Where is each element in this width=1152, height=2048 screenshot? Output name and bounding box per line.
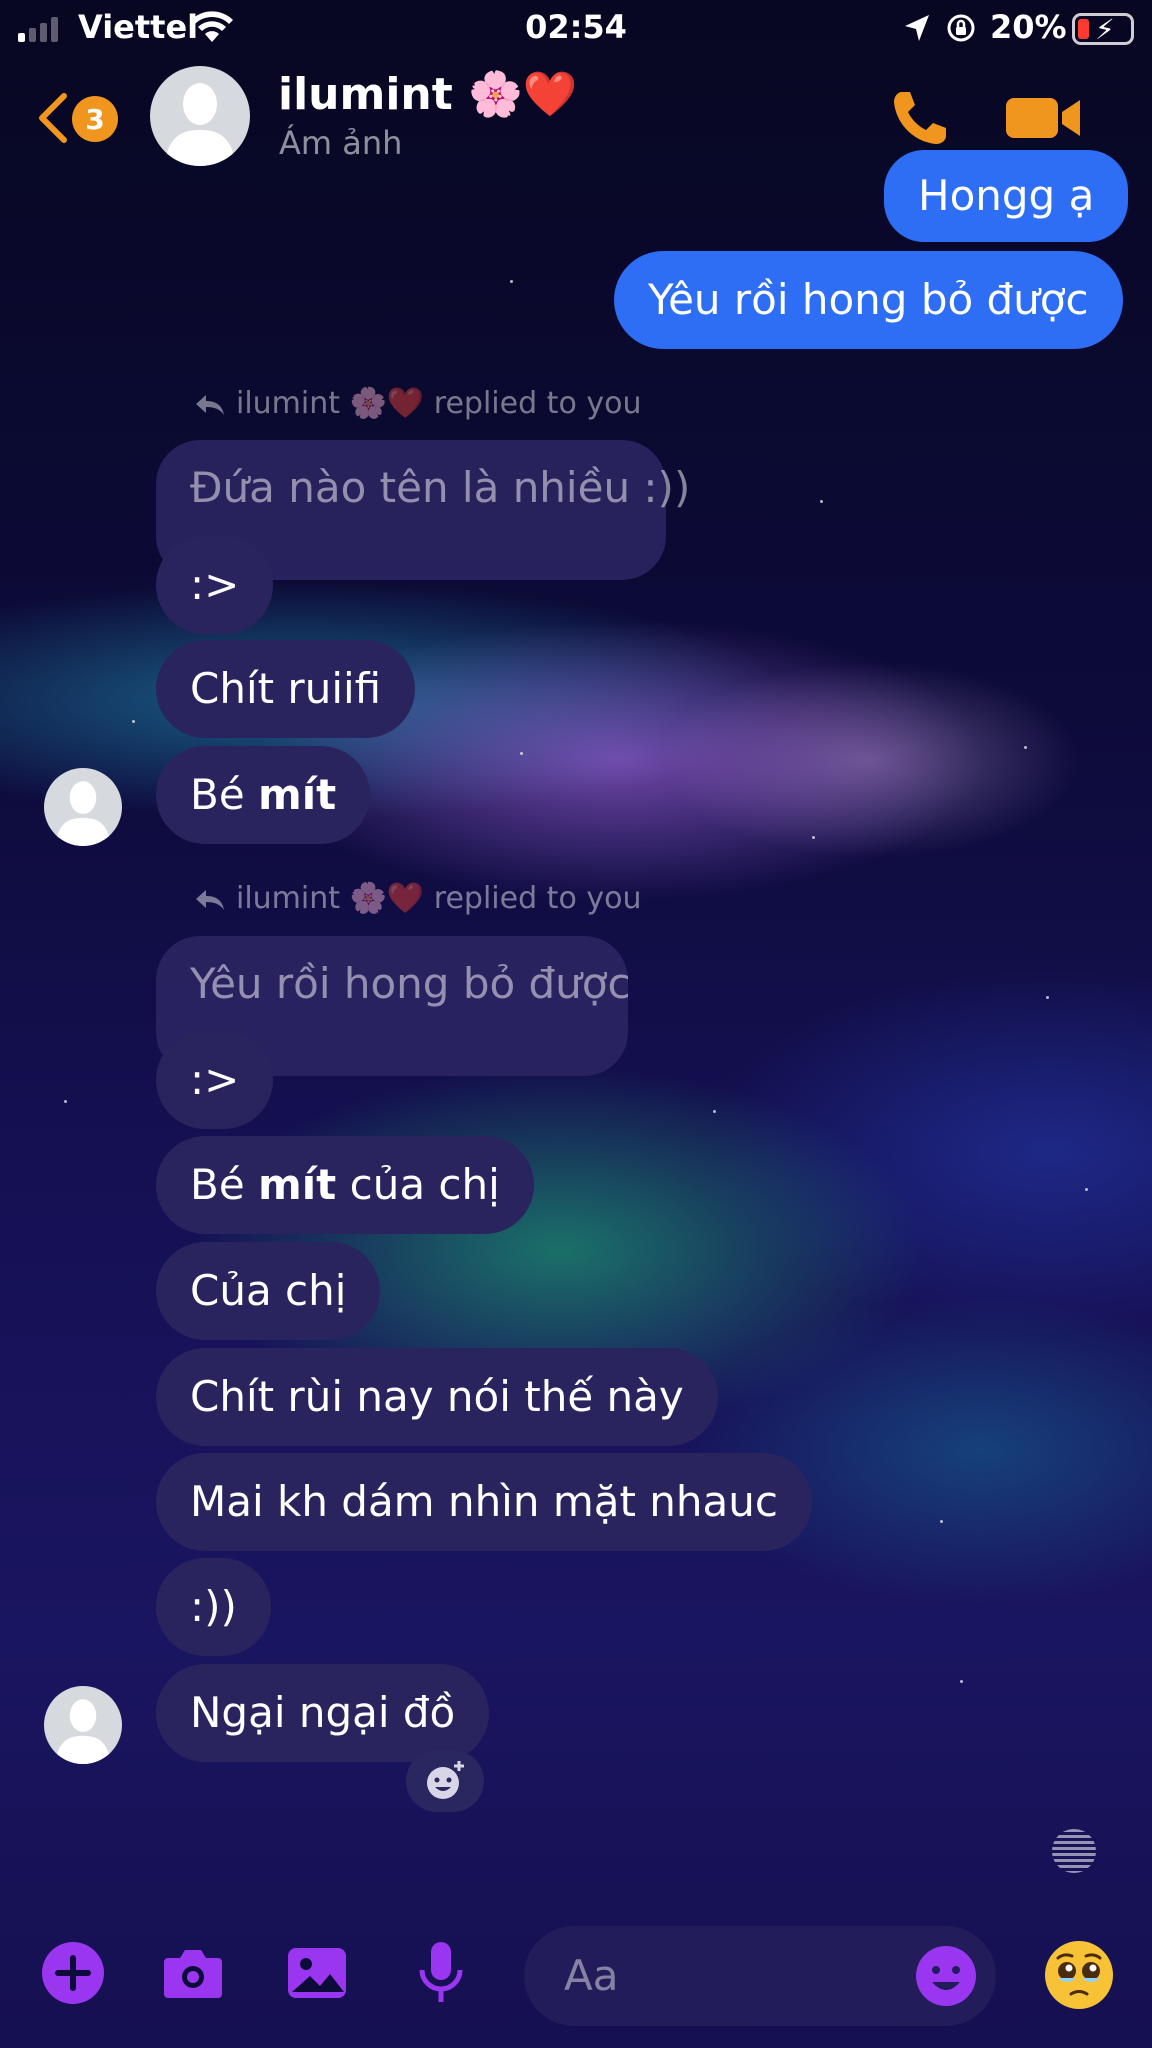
message-text: Bé — [190, 1160, 259, 1209]
incoming-message[interactable]: Bé mít của chị — [156, 1136, 534, 1234]
sender-avatar[interactable] — [44, 1686, 122, 1764]
outgoing-message[interactable]: Yêu rồi hong bỏ được — [614, 251, 1123, 349]
microphone-icon[interactable] — [408, 1940, 474, 2006]
message-input-placeholder: Aa — [564, 1951, 619, 2000]
status-bar: Viettel 02:54 20% ⚡ — [0, 0, 1152, 58]
incoming-message[interactable]: Ngại ngại đồ — [156, 1664, 490, 1762]
message-bold-text: mít — [258, 1160, 337, 1209]
contact-subtitle: Ám ảnh — [279, 124, 403, 162]
incoming-message[interactable]: Chít rùi nay nói thế này — [156, 1348, 718, 1446]
plus-icon[interactable] — [40, 1940, 106, 2006]
avatar-placeholder-icon — [164, 83, 236, 166]
reply-label: ilumint 🌸❤️ replied to you — [194, 881, 641, 916]
camera-icon[interactable] — [160, 1940, 226, 2006]
contact-avatar[interactable] — [150, 66, 250, 166]
incoming-message[interactable]: :> — [156, 536, 274, 634]
unread-badge: 3 — [72, 96, 118, 142]
incoming-message[interactable]: Của chị — [156, 1242, 381, 1340]
reply-label: ilumint 🌸❤️ replied to you — [194, 386, 641, 421]
reply-icon — [196, 890, 224, 910]
clock: 02:54 — [525, 8, 627, 46]
video-icon[interactable] — [1004, 92, 1082, 144]
location-icon — [905, 15, 929, 41]
add-reaction-icon — [427, 1761, 464, 1799]
message-composer: Aa — [0, 1910, 1152, 2048]
add-reaction-button[interactable] — [406, 1750, 484, 1812]
reply-icon — [196, 395, 224, 415]
back-button[interactable]: 3 — [34, 88, 124, 148]
scroll-to-bottom-indicator[interactable] — [1052, 1829, 1096, 1873]
avatar-placeholder-icon — [54, 1699, 112, 1764]
message-text: của chị — [336, 1160, 500, 1209]
image-icon[interactable] — [284, 1940, 350, 2006]
outgoing-message[interactable]: Hongg ạ — [884, 150, 1129, 242]
contact-name[interactable]: ilumint 🌸❤️ — [278, 68, 578, 120]
incoming-message[interactable]: Bé mít — [156, 746, 371, 844]
phone-icon[interactable] — [888, 86, 952, 150]
message-input[interactable]: Aa — [524, 1926, 996, 2026]
quick-reaction-button[interactable] — [1042, 1938, 1116, 2012]
message-bold-text: mít — [258, 770, 337, 819]
message-text: Bé — [190, 770, 259, 819]
sender-avatar[interactable] — [44, 768, 122, 846]
emoji-icon[interactable] — [914, 1944, 978, 2008]
rotation-lock-icon — [947, 14, 975, 42]
battery-percent: 20% — [990, 8, 1067, 46]
battery-icon: ⚡ — [1072, 13, 1134, 46]
incoming-message[interactable]: :)) — [156, 1558, 271, 1656]
back-chevron-icon — [39, 93, 67, 143]
avatar-placeholder-icon — [54, 781, 112, 846]
incoming-message[interactable]: Mai kh dám nhìn mặt nhauc — [156, 1453, 812, 1551]
incoming-message[interactable]: Chít ruiifi — [156, 640, 416, 738]
pleading-face-icon — [1045, 1941, 1113, 2009]
incoming-message[interactable]: :> — [156, 1031, 274, 1129]
